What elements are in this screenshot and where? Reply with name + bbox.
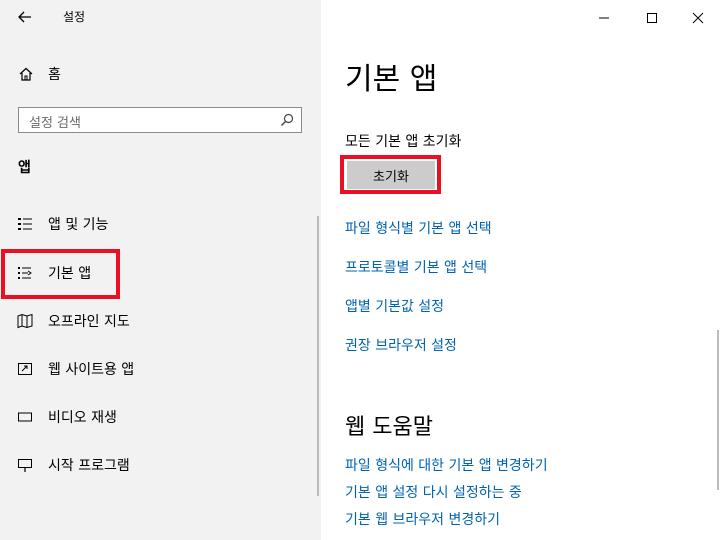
search-placeholder: 설정 검색 <box>29 116 81 131</box>
sidebar-item-offline-maps[interactable]: 오프라인 지도 <box>16 306 130 336</box>
map-icon <box>16 312 34 330</box>
web-app-icon <box>16 360 34 378</box>
video-icon <box>16 408 34 426</box>
web-help-link-default-browser[interactable]: 기본 웹 브라우저 변경하기 <box>345 509 500 529</box>
section-label-apps: 앱 <box>18 160 31 176</box>
home-icon <box>19 67 33 81</box>
main-scrollbar[interactable] <box>717 330 719 490</box>
window-title: 설정 <box>63 10 86 24</box>
link-recommended-browser[interactable]: 권장 브라우저 설정 <box>345 335 457 355</box>
home-label: 홈 <box>48 67 61 83</box>
back-button[interactable] <box>13 6 37 28</box>
sidebar-scrollbar[interactable] <box>317 216 319 496</box>
minimize-button[interactable] <box>592 8 616 28</box>
sidebar-item-startup[interactable]: 시작 프로그램 <box>16 450 130 480</box>
search-icon <box>281 113 294 126</box>
web-help-link-file-types[interactable]: 파일 형식에 대한 기본 앱 변경하기 <box>345 455 548 475</box>
close-icon <box>692 12 704 24</box>
maximize-icon <box>647 13 657 23</box>
link-choose-by-file-type[interactable]: 파일 형식별 기본 앱 선택 <box>345 218 492 238</box>
maximize-button[interactable] <box>640 8 664 28</box>
reset-heading: 모든 기본 앱 초기화 <box>345 134 462 150</box>
back-arrow-icon <box>18 11 31 23</box>
sidebar-item-video-playback[interactable]: 비디오 재생 <box>16 402 117 432</box>
default-apps-highlight <box>1 249 120 299</box>
sidebar-item-label: 오프라인 지도 <box>48 314 130 330</box>
reset-button-highlight <box>340 155 441 194</box>
sidebar-item-label: 웹 사이트용 앱 <box>48 362 135 378</box>
search-input[interactable]: 설정 검색 <box>18 107 302 133</box>
web-help-title: 웹 도움말 <box>345 415 433 440</box>
page-title: 기본 앱 <box>345 62 438 97</box>
close-button[interactable] <box>686 8 710 28</box>
minimize-icon <box>599 17 609 19</box>
sidebar-item-web-apps[interactable]: 웹 사이트용 앱 <box>16 354 134 384</box>
link-choose-by-protocol[interactable]: 프로토콜별 기본 앱 선택 <box>345 257 487 277</box>
web-help-link-reset-defaults[interactable]: 기본 앱 설정 다시 설정하는 중 <box>345 482 522 502</box>
startup-icon <box>16 456 34 474</box>
sidebar-item-apps-features[interactable]: 앱 및 기능 <box>16 209 108 239</box>
sidebar-item-label: 비디오 재생 <box>48 410 117 426</box>
home-nav-item[interactable]: 홈 <box>18 62 61 86</box>
sidebar-item-label: 시작 프로그램 <box>48 458 130 474</box>
sidebar-item-label: 앱 및 기능 <box>48 217 109 233</box>
apps-list-icon <box>16 215 34 233</box>
sidebar: 설정 홈 설정 검색 앱 앱 및 기능 기본 앱 오프라인 지도 웹 사이트용 … <box>0 0 321 540</box>
link-set-defaults-by-app[interactable]: 앱별 기본값 설정 <box>345 296 444 316</box>
